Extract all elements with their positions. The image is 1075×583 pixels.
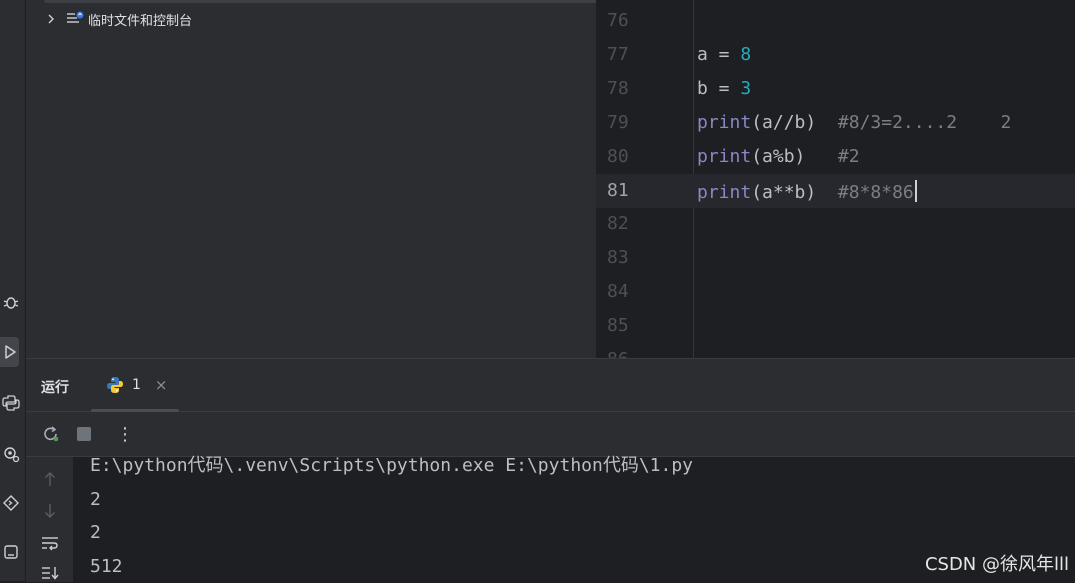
builtin-token: print [697,146,751,167]
run-title: 运行 [41,377,69,397]
code-text: print(a//b) #8/3=2....2 2 [697,112,1011,133]
arguments-token: (a%b) [751,146,805,167]
code-text: a = 8 [697,44,751,65]
close-icon[interactable]: × [155,376,168,394]
code-line[interactable]: 85 [596,309,1075,343]
scroll-to-end-icon[interactable] [40,563,60,583]
selection-highlight [44,0,606,3]
number-token: 3 [740,78,751,99]
code-line[interactable]: 78 b = 3 [596,72,1075,106]
builtin-token: print [697,112,751,133]
line-number: 86 [607,349,629,358]
code-line[interactable]: 83 [596,241,1075,275]
line-number: 80 [607,146,629,167]
operator-token: = [708,44,741,65]
code-editor[interactable]: 7677a = 878b = 379print(a//b) #8/3=2....… [596,0,1075,358]
rerun-icon[interactable] [41,424,61,444]
console-line: E:\python代码\.venv\Scripts\python.exe E:\… [90,449,1070,483]
services-icon[interactable] [0,439,22,469]
python-packages-icon[interactable] [0,388,22,418]
problems-icon[interactable] [0,537,22,567]
line-number: 84 [607,281,629,302]
code-text: print(a%b) #2 [697,146,860,167]
arguments-token: (a**b) [751,182,816,203]
terminal-icon[interactable] [0,488,22,518]
comment-token: #8*8*86 [816,182,914,203]
console-side-toolbar [26,457,73,582]
run-tab-label: 1 [132,377,141,393]
run-header: 运行 1 × [26,359,1075,412]
inline-value-hint: 2 [957,112,1011,133]
chevron-right-icon[interactable] [44,14,58,24]
arrow-up-icon[interactable] [40,469,60,489]
run-tab[interactable]: 1 × [91,359,179,411]
watermark: CSDN @徐风年lll [925,550,1069,576]
project-panel: 临时文件和控制台 [26,0,596,358]
operator-token: = [708,78,741,99]
console-line: 2 [90,516,1070,550]
line-number: 82 [607,213,629,234]
tree-item-label: 临时文件和控制台 [88,10,192,29]
line-number: 85 [607,315,629,336]
code-line[interactable]: 81 print(a**b) #8*8*86 [596,174,1075,208]
line-number: 77 [607,44,629,65]
console-line: 2 [90,483,1070,517]
code-line[interactable]: 77 a = 8 [596,38,1075,72]
tree-item-scratches[interactable]: 临时文件和控制台 [44,9,192,29]
console-output[interactable]: E:\python代码\.venv\Scripts\python.exe E:\… [90,449,1070,583]
line-number: 81 [607,180,629,201]
line-number: 83 [607,247,629,268]
code-line[interactable]: 79 print(a//b) #8/3=2....2 2 [596,106,1075,140]
code-line[interactable]: 76 [596,4,1075,38]
more-label: ⋮ [116,424,134,445]
left-tool-stripe [0,0,26,581]
code-line[interactable]: 82 [596,207,1075,241]
line-number: 76 [607,10,629,31]
variable-token: b [697,78,708,99]
line-number: 79 [607,112,629,133]
code-line[interactable]: 86 [596,343,1075,358]
builtin-token: print [697,182,751,203]
code-line[interactable]: 84 [596,275,1075,309]
arrow-down-icon[interactable] [40,501,60,521]
arguments-token: (a//b) [751,112,816,133]
comment-token: #8/3=2....2 [816,112,957,133]
comment-token: #2 [805,146,859,167]
scratches-icon [66,11,84,27]
run-icon[interactable] [0,337,19,367]
soft-wrap-icon[interactable] [40,533,60,553]
number-token: 8 [740,44,751,65]
run-tool-window: 运行 1 × ⋮ [26,358,1075,582]
python-icon [106,376,124,394]
code-text: b = 3 [697,78,751,99]
code-line[interactable]: 80 print(a%b) #2 [596,140,1075,174]
text-caret [915,180,917,202]
variable-token: a [697,44,708,65]
stop-icon[interactable] [74,424,94,444]
debug-icon[interactable] [0,287,22,317]
more-icon[interactable]: ⋮ [115,424,135,444]
line-number: 78 [607,78,629,99]
code-text: print(a**b) #8*8*86 [697,180,917,203]
console-line: 512 [90,550,1070,583]
